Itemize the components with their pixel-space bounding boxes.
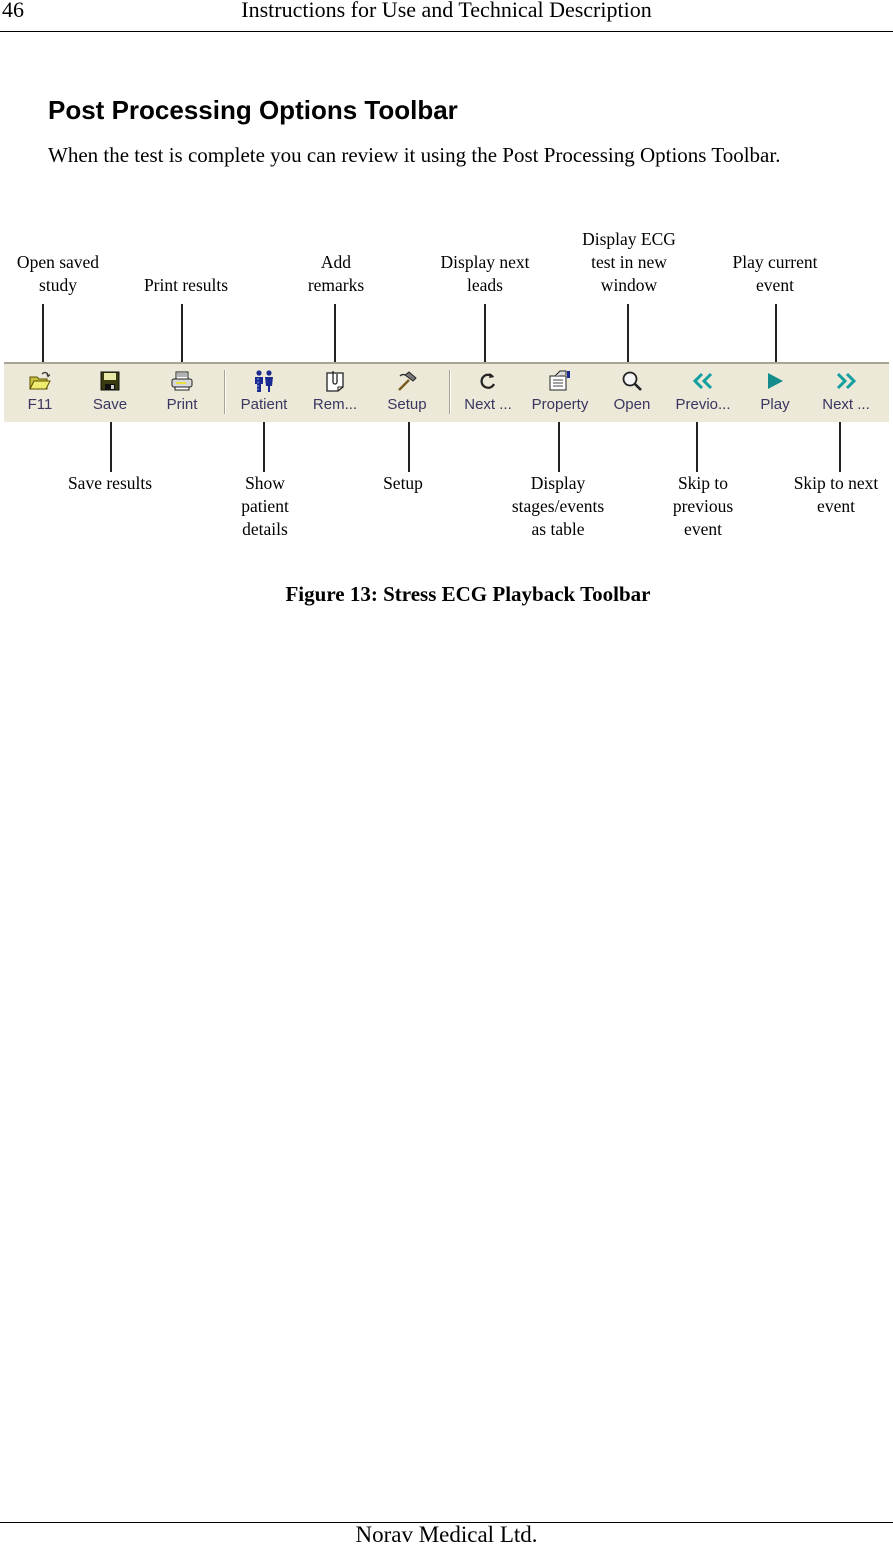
callout-leader-line [696, 422, 698, 472]
toolbar-button-label: Print [166, 396, 198, 413]
property-button[interactable]: Property [525, 368, 595, 422]
floppy-disk-icon [97, 368, 123, 394]
callout-play: Play current event [732, 252, 818, 295]
magnifier-icon [619, 368, 645, 394]
toolbar-button-label: Next ... [822, 396, 870, 413]
callout-leader-line [484, 304, 486, 362]
setup-button[interactable]: Setup [372, 368, 442, 422]
save-button[interactable]: Save [75, 368, 145, 422]
property-icon [547, 368, 573, 394]
callout-next-event: Skip to next event [793, 473, 879, 516]
figure-caption: Figure 13: Stress ECG Playback Toolbar [285, 582, 651, 606]
toolbar-button-label: Setup [387, 396, 427, 413]
callout-setup: Setup [383, 473, 423, 493]
callout-previous: Skip to previous event [672, 473, 734, 539]
open-button[interactable]: Open [597, 368, 667, 422]
play-icon [762, 368, 788, 394]
refresh-icon [475, 368, 501, 394]
callout-leader-line [263, 422, 265, 472]
previous-button[interactable]: Previo... [668, 368, 738, 422]
section-title: Post Processing Options Toolbar [48, 95, 458, 125]
print-button[interactable]: Print [147, 368, 217, 422]
toolbar-separator [224, 370, 226, 414]
callout-leader-line [627, 304, 629, 362]
callout-leader-line [334, 304, 336, 362]
playback-toolbar: F11 Save Print Patient Rem... Setup Next ... Pr… [4, 362, 889, 422]
toolbar-button-label: Open [613, 396, 651, 413]
hammer-icon [394, 368, 420, 394]
toolbar-button-label: Property [531, 396, 589, 413]
patient-icon [251, 368, 277, 394]
callout-leader-line [110, 422, 112, 472]
callout-leader-line [839, 422, 841, 472]
toolbar-button-label: F11 [27, 396, 53, 413]
callout-leader-line [408, 422, 410, 472]
next-event-button[interactable]: Next ... [811, 368, 881, 422]
next-leads-button[interactable]: Next ... [453, 368, 523, 422]
callout-leader-line [181, 304, 183, 362]
toolbar-button-label: Save [92, 396, 128, 413]
patient-button[interactable]: Patient [229, 368, 299, 422]
toolbar-button-label: Previo... [675, 396, 731, 413]
toolbar-button-label: Play [760, 396, 790, 413]
running-head: Instructions for Use and Technical Descr… [241, 0, 652, 22]
printer-icon [169, 368, 195, 394]
footer-company: Norav Medical Ltd. [355, 1522, 538, 1547]
play-button[interactable]: Play [740, 368, 810, 422]
callout-next-leads: Display next leads [440, 252, 530, 295]
callout-open: Display ECG test in new window [582, 229, 676, 295]
toolbar-button-label: Patient [240, 396, 288, 413]
callout-leader-line [42, 304, 44, 362]
remarks-clip-icon [322, 368, 348, 394]
remarks-button[interactable]: Rem... [300, 368, 370, 422]
callout-leader-line [775, 304, 777, 362]
intro-paragraph: When the test is complete you can review… [48, 143, 781, 167]
open-folder-icon [27, 368, 53, 394]
toolbar-separator [449, 370, 451, 414]
f11-button[interactable]: F11 [5, 368, 75, 422]
double-chevron-right-icon [833, 368, 859, 394]
double-chevron-left-icon [690, 368, 716, 394]
callout-remarks: Add remarks [307, 252, 365, 295]
callout-print: Print results [143, 275, 229, 295]
callout-property: Display stages/events as table [511, 473, 605, 539]
callout-patient: Show patient details [241, 473, 289, 539]
callout-leader-line [558, 422, 560, 472]
header-rule [0, 31, 893, 32]
toolbar-button-label: Next ... [464, 396, 512, 413]
callout-f11: Open saved study [16, 252, 100, 295]
toolbar-button-label: Rem... [312, 396, 358, 413]
callout-save: Save results [67, 473, 153, 493]
